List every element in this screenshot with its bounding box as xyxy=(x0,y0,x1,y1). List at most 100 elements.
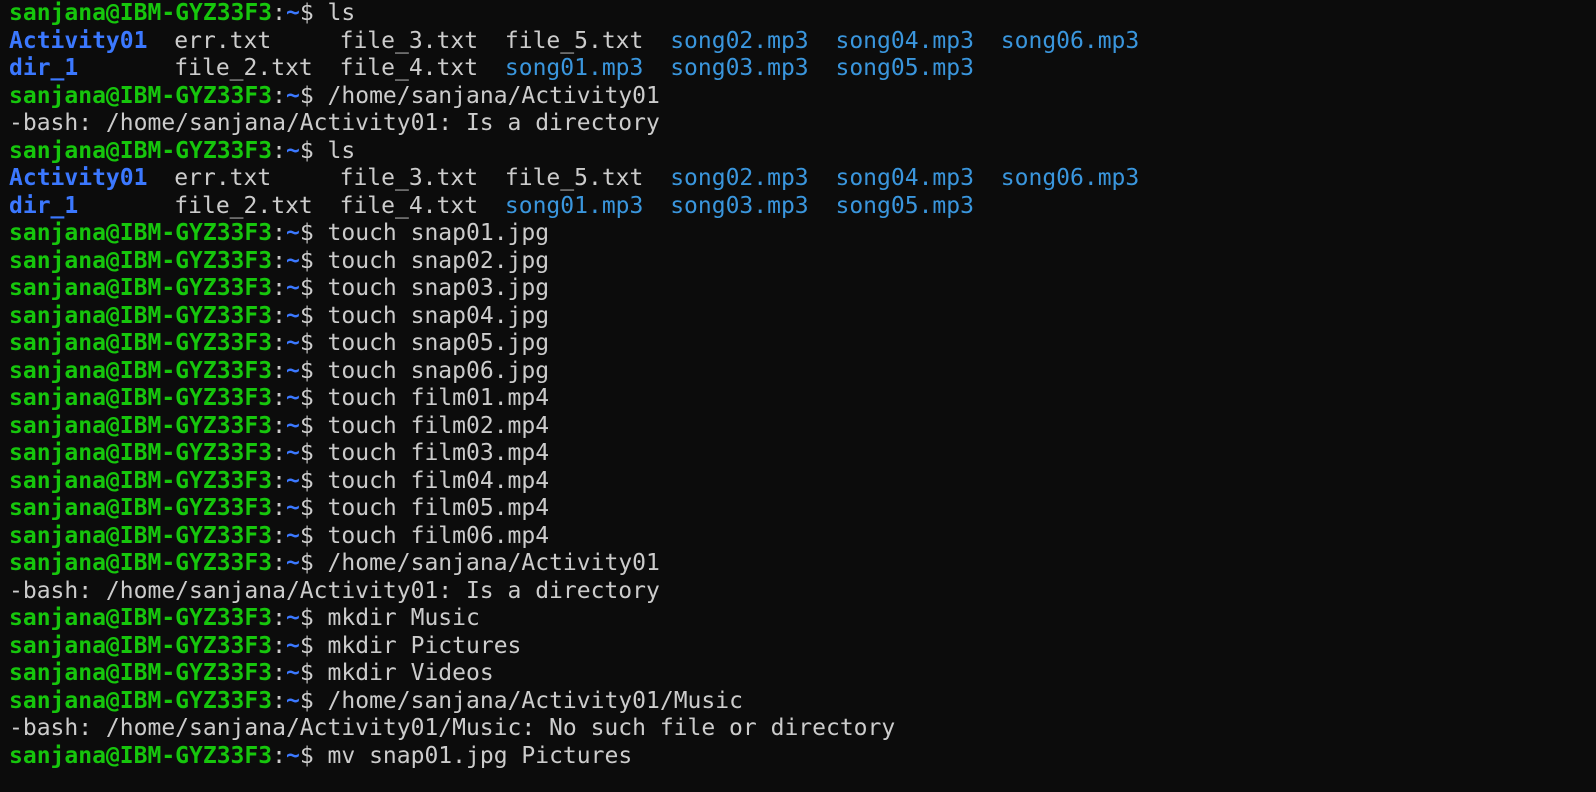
prompt-path: ~ xyxy=(285,660,300,686)
command-text: mv snap01.jpg Pictures xyxy=(327,742,633,769)
prompt-path: ~ xyxy=(285,330,300,356)
prompt-user-host: sanjana@IBM-GYZ33F3 xyxy=(9,0,273,26)
prompt-user-host: sanjana@IBM-GYZ33F3 xyxy=(9,330,273,356)
file-entry: err.txt xyxy=(174,165,272,191)
prompt-colon: : xyxy=(272,632,286,659)
prompt-colon: : xyxy=(272,385,286,411)
file-entry: song02.mp3 xyxy=(670,27,809,54)
prompt-dollar: $ xyxy=(299,412,328,439)
prompt-line: sanjana@IBM-GYZ33F3:~$ mkdir Pictures xyxy=(9,633,1596,661)
prompt-colon: : xyxy=(272,137,286,164)
file-entry: err.txt xyxy=(174,27,272,54)
prompt-dollar: $ xyxy=(299,385,328,411)
prompt-line: sanjana@IBM-GYZ33F3:~$ touch snap02.jpg xyxy=(9,248,1596,276)
output-text: -bash: /home/sanjana/Activity01: Is a di… xyxy=(9,577,660,604)
prompt-dollar: $ xyxy=(299,742,328,769)
prompt-user-host: sanjana@IBM-GYZ33F3 xyxy=(9,82,273,109)
prompt-dollar: $ xyxy=(299,522,328,549)
prompt-colon: : xyxy=(272,687,286,714)
command-text: touch snap01.jpg xyxy=(327,220,550,246)
file-entry: song04.mp3 xyxy=(835,27,974,54)
prompt-path: ~ xyxy=(285,385,300,411)
command-text: touch snap04.jpg xyxy=(327,302,550,329)
prompt-user-host: sanjana@IBM-GYZ33F3 xyxy=(9,687,273,714)
file-entry: file_2.txt xyxy=(174,55,313,81)
prompt-user-host: sanjana@IBM-GYZ33F3 xyxy=(9,440,273,466)
prompt-line: sanjana@IBM-GYZ33F3:~$ touch snap01.jpg xyxy=(9,220,1596,248)
prompt-line: sanjana@IBM-GYZ33F3:~$ touch film06.mp4 xyxy=(9,523,1596,551)
prompt-path: ~ xyxy=(285,742,300,769)
prompt-user-host: sanjana@IBM-GYZ33F3 xyxy=(9,632,273,659)
command-text: mkdir Music xyxy=(327,605,480,631)
command-output: -bash: /home/sanjana/Activity01: Is a di… xyxy=(9,110,1596,138)
command-text: touch film03.mp4 xyxy=(327,440,550,466)
command-text: touch film02.mp4 xyxy=(327,412,550,439)
command-output: -bash: /home/sanjana/Activity01: Is a di… xyxy=(9,578,1596,606)
prompt-user-host: sanjana@IBM-GYZ33F3 xyxy=(9,385,273,411)
file-entry: file_2.txt xyxy=(174,192,313,219)
prompt-colon: : xyxy=(272,742,286,769)
prompt-path: ~ xyxy=(285,605,300,631)
command-text: mkdir Videos xyxy=(327,660,494,686)
terminal-window[interactable]: sanjana@IBM-GYZ33F3:~$ ls Activity01 err.t… xyxy=(0,0,1596,792)
prompt-path: ~ xyxy=(285,137,300,164)
prompt-path: ~ xyxy=(285,687,300,714)
prompt-colon: : xyxy=(272,247,286,274)
prompt-path: ~ xyxy=(285,440,300,466)
prompt-colon: : xyxy=(272,440,286,466)
prompt-path: ~ xyxy=(285,495,300,521)
prompt-user-host: sanjana@IBM-GYZ33F3 xyxy=(9,412,273,439)
prompt-user-host: sanjana@IBM-GYZ33F3 xyxy=(9,357,273,384)
prompt-line: sanjana@IBM-GYZ33F3:~$ touch film03.mp4 xyxy=(9,440,1596,468)
command-text: /home/sanjana/Activity01 xyxy=(327,550,660,576)
file-entry: song01.mp3 xyxy=(504,192,644,219)
prompt-user-host: sanjana@IBM-GYZ33F3 xyxy=(9,302,273,329)
prompt-dollar: $ xyxy=(299,440,328,466)
prompt-colon: : xyxy=(272,660,286,686)
command-text: touch snap02.jpg xyxy=(327,247,550,274)
prompt-line: sanjana@IBM-GYZ33F3:~$ touch snap03.jpg xyxy=(9,275,1596,303)
output-text: -bash: /home/sanjana/Activity01: Is a di… xyxy=(9,110,660,136)
prompt-dollar: $ xyxy=(299,467,328,494)
prompt-colon: : xyxy=(272,82,286,109)
file-entry: song05.mp3 xyxy=(835,55,974,81)
command-output: -bash: /home/sanjana/Activity01/Music: N… xyxy=(9,715,1596,743)
prompt-dollar: $ xyxy=(299,495,328,521)
prompt-dollar: $ xyxy=(299,247,328,274)
file-entry: song06.mp3 xyxy=(1000,27,1140,54)
prompt-colon: : xyxy=(272,467,286,494)
file-entry: song05.mp3 xyxy=(835,192,974,219)
prompt-line: sanjana@IBM-GYZ33F3:~$ mkdir Videos xyxy=(9,660,1596,688)
prompt-colon: : xyxy=(272,605,286,631)
ls-output-row: Activity01 err.txt file_3.txt file_5.txt son… xyxy=(9,28,1596,56)
file-entry: file_3.txt xyxy=(339,165,479,191)
prompt-user-host: sanjana@IBM-GYZ33F3 xyxy=(9,247,273,274)
command-text: touch film05.mp4 xyxy=(327,495,550,521)
directory-entry: Activity01 xyxy=(9,165,148,191)
ls-output-row: Activity01 err.txt file_3.txt file_5.txt son… xyxy=(9,165,1596,193)
prompt-line: sanjana@IBM-GYZ33F3:~$ touch film01.mp4 xyxy=(9,385,1596,413)
prompt-dollar: $ xyxy=(299,605,328,631)
prompt-user-host: sanjana@IBM-GYZ33F3 xyxy=(9,660,273,686)
directory-entry: Activity01 xyxy=(9,27,148,54)
command-text: touch snap06.jpg xyxy=(327,357,550,384)
file-entry: file_4.txt xyxy=(339,55,479,81)
prompt-user-host: sanjana@IBM-GYZ33F3 xyxy=(9,605,273,631)
prompt-line: sanjana@IBM-GYZ33F3:~$ /home/sanjana/Act… xyxy=(9,688,1596,716)
prompt-path: ~ xyxy=(285,247,300,274)
prompt-user-host: sanjana@IBM-GYZ33F3 xyxy=(9,522,273,549)
prompt-path: ~ xyxy=(285,275,300,301)
prompt-line: sanjana@IBM-GYZ33F3:~$ touch film02.mp4 xyxy=(9,413,1596,441)
prompt-path: ~ xyxy=(285,467,300,494)
prompt-path: ~ xyxy=(285,632,300,659)
command-text: ls xyxy=(327,137,356,164)
prompt-dollar: $ xyxy=(299,330,328,356)
prompt-line: sanjana@IBM-GYZ33F3:~$ touch snap05.jpg xyxy=(9,330,1596,358)
command-text: touch snap03.jpg xyxy=(327,275,550,301)
file-entry: file_4.txt xyxy=(339,192,479,219)
prompt-colon: : xyxy=(272,220,286,246)
prompt-path: ~ xyxy=(285,0,300,26)
command-text: mkdir Pictures xyxy=(327,632,522,659)
prompt-dollar: $ xyxy=(299,82,328,109)
prompt-path: ~ xyxy=(285,522,300,549)
